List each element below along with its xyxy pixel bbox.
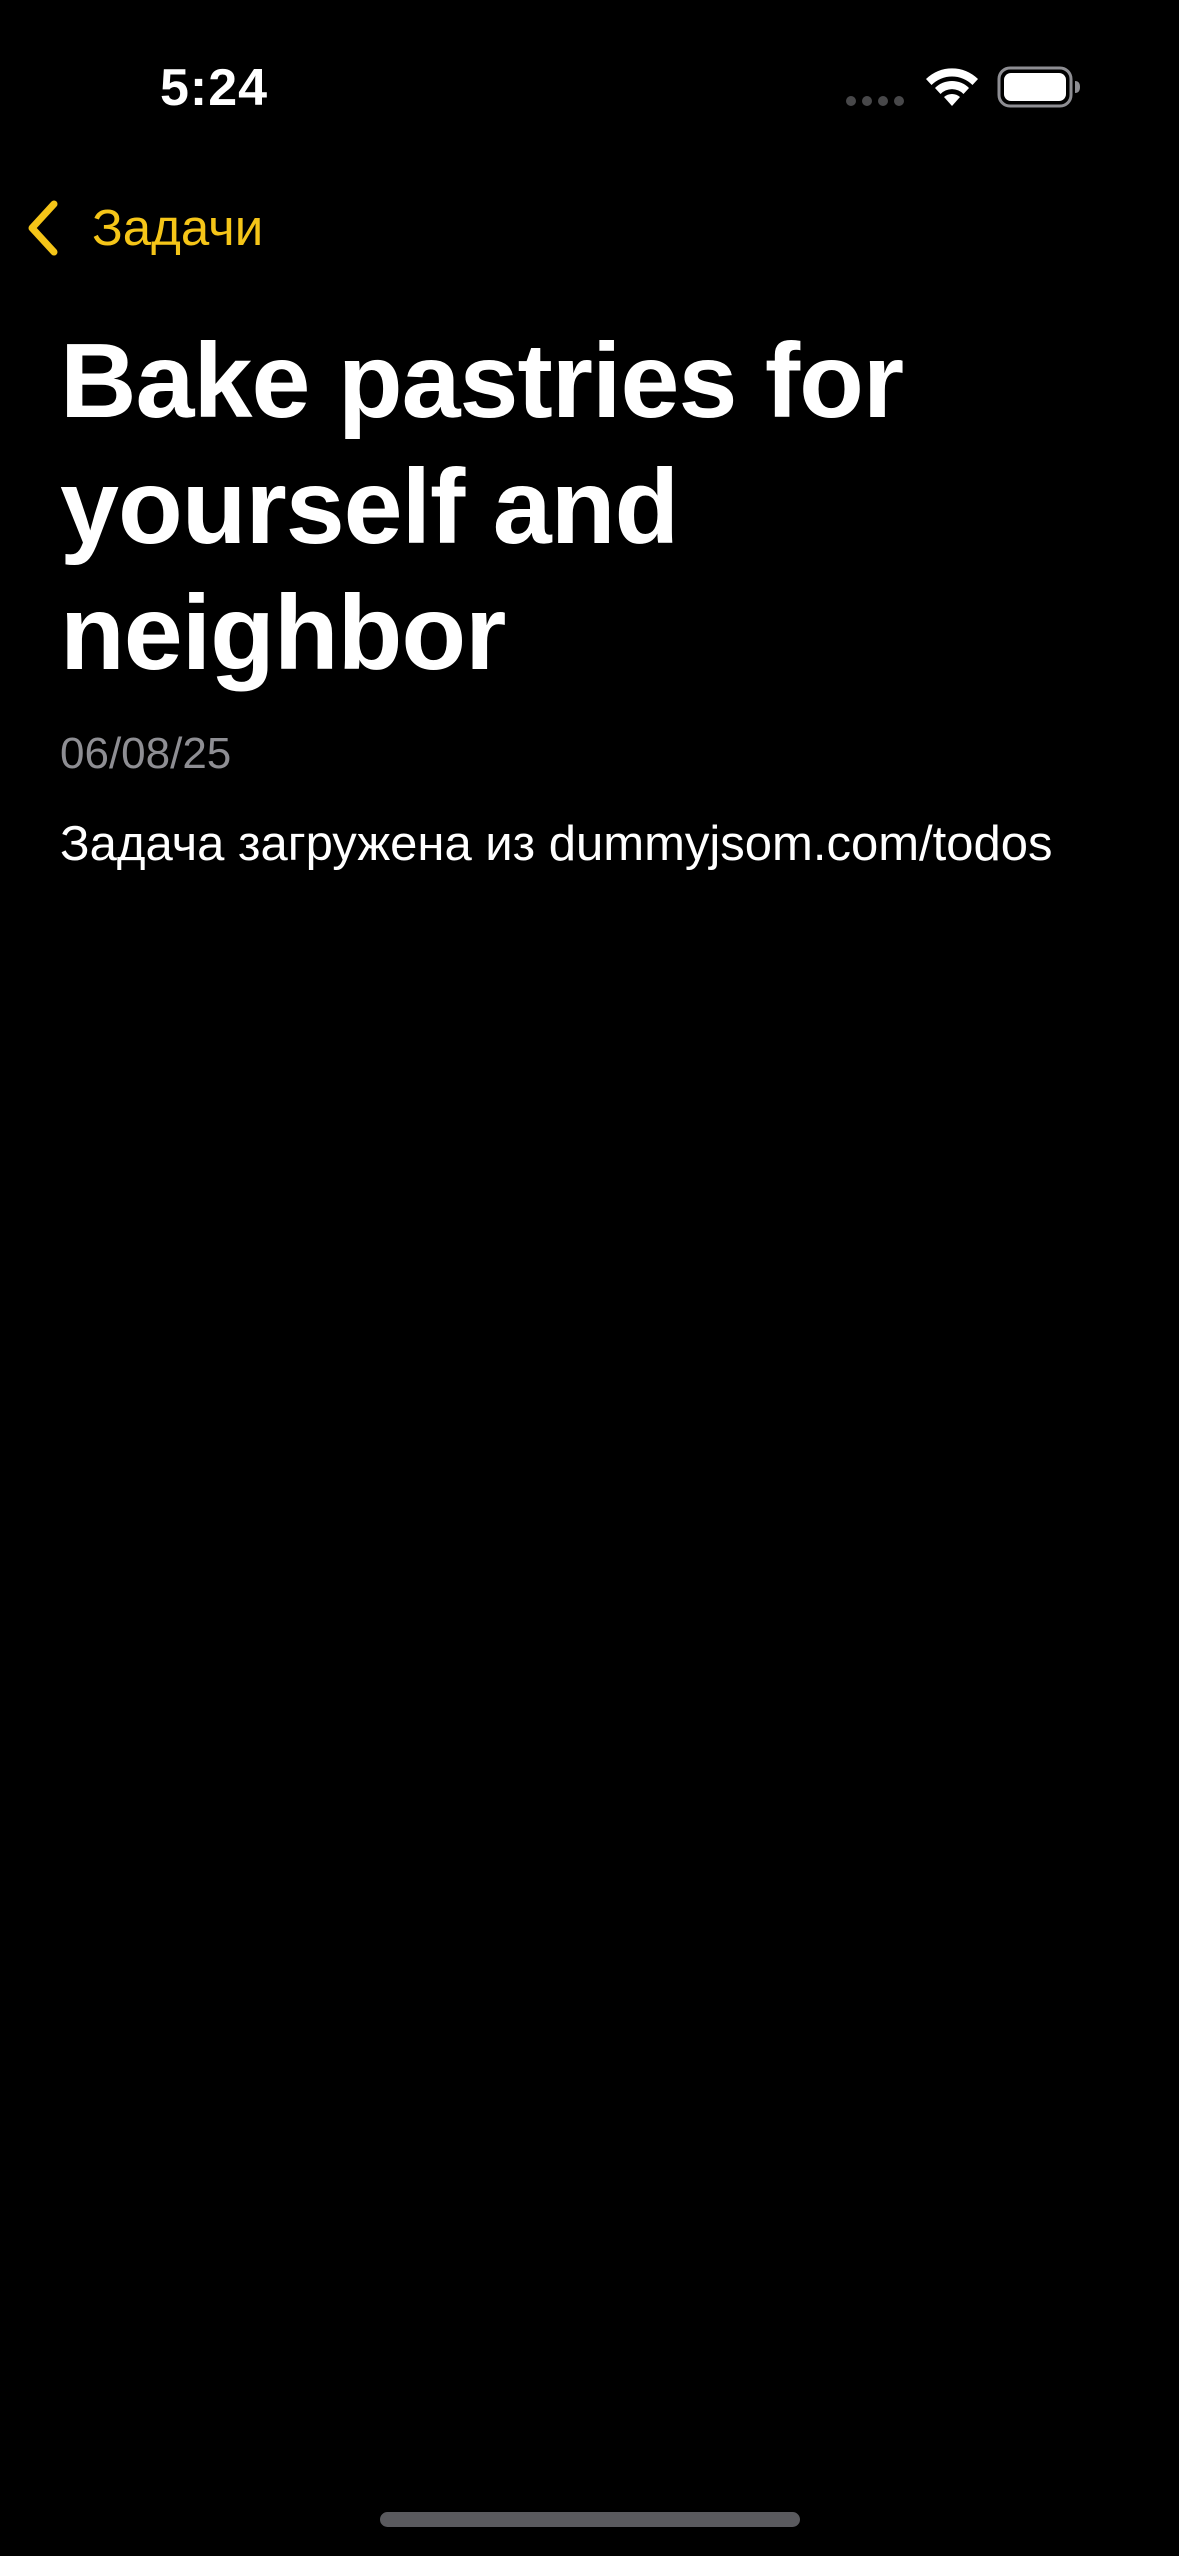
battery-icon [997,66,1080,108]
wifi-icon [926,68,978,106]
chevron-left-icon [28,200,58,256]
back-button-label: Задачи [92,199,264,256]
home-indicator[interactable] [380,2512,800,2527]
status-time: 5:24 [160,59,269,117]
back-button[interactable]: Задачи [22,192,263,264]
task-title: Bake pastries for yourself and neighbor [60,322,904,692]
task-date: 06/08/25 [60,729,232,778]
task-description: Задача загружена из dummyjsom.com/todos [60,817,1053,871]
status-bar: 5:24 [0,0,1179,150]
cellular-signal-icon [846,96,904,106]
